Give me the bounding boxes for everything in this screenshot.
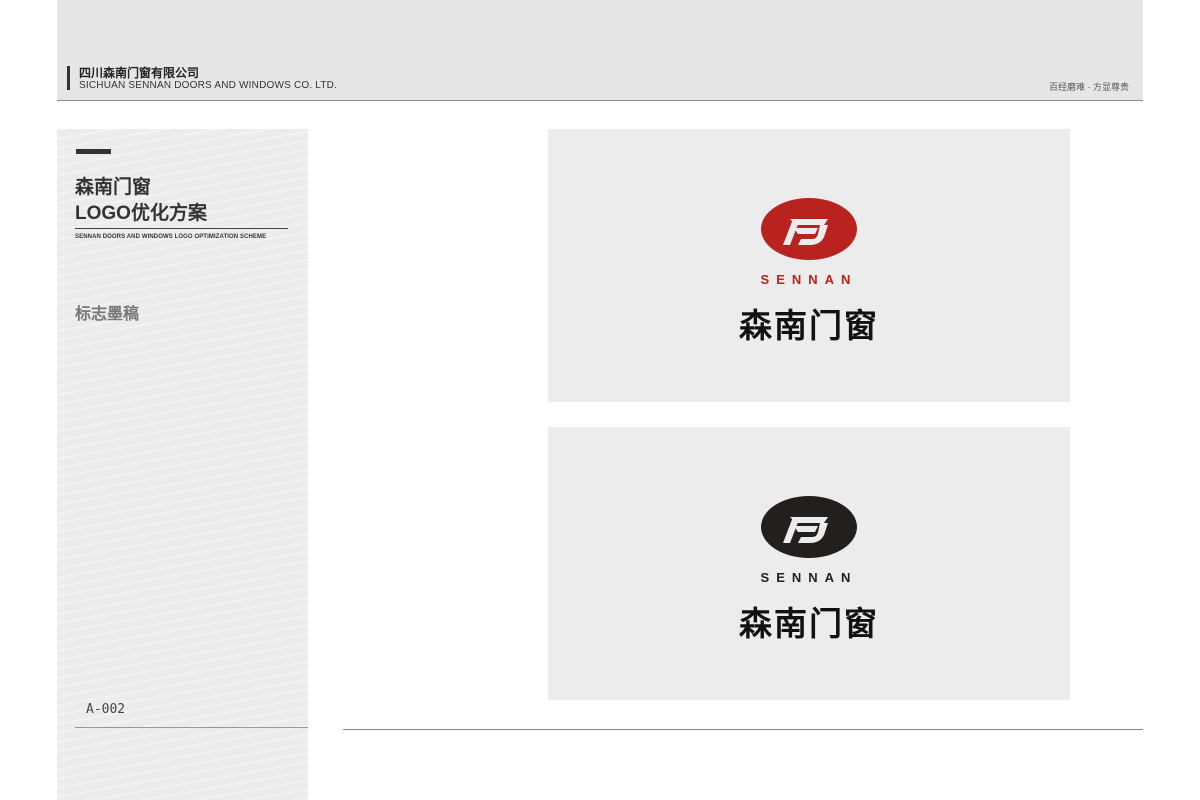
- logo-wordmark: SENNAN: [760, 570, 858, 585]
- page-title-line1: 森南门窗: [75, 177, 152, 198]
- title-divider: [75, 228, 288, 229]
- page-header: 四川森南门窗有限公司 SICHUAN SENNAN DOORS AND WIND…: [57, 0, 1143, 101]
- sidebar-accent-dash: [76, 149, 111, 154]
- sennan-logo-mark-icon: [761, 496, 857, 558]
- logo-brand-name-cn: 森南门窗: [739, 605, 879, 642]
- sidebar: 森南门窗 LOGO优化方案 SENNAN DOORS AND WINDOWS L…: [57, 129, 308, 800]
- logo-brand-name-cn: 森南门窗: [739, 307, 879, 344]
- sennan-logo-mark-icon: [761, 198, 857, 260]
- page-subtitle: SENNAN DOORS AND WINDOWS LOGO OPTIMIZATI…: [75, 234, 267, 240]
- section-label: 标志墨稿: [75, 306, 140, 323]
- logo-panel-color: SENNAN 森南门窗: [548, 129, 1070, 402]
- slogan: 百经磨难 · 方显尊贵: [1049, 82, 1129, 92]
- page-title-line2: LOGO优化方案: [75, 203, 207, 224]
- company-name-en: SICHUAN SENNAN DOORS AND WINDOWS CO. LTD…: [79, 80, 338, 91]
- footer-divider: [343, 729, 1143, 730]
- logo-panel-black: SENNAN 森南门窗: [548, 427, 1070, 700]
- page-title: 森南门窗 LOGO优化方案: [75, 175, 207, 227]
- logo-wordmark: SENNAN: [760, 272, 858, 287]
- sidebar-bottom-divider: [75, 727, 308, 728]
- header-accent-bar: [67, 66, 70, 90]
- company-name-cn: 四川森南门窗有限公司: [79, 66, 200, 80]
- page-code: A-002: [86, 702, 126, 717]
